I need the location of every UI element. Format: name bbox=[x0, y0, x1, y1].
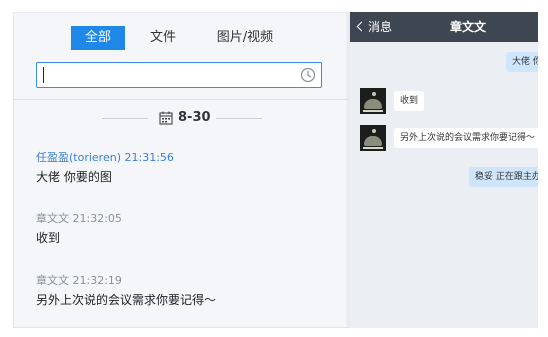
avatar-detail bbox=[364, 136, 382, 146]
avatar[interactable] bbox=[360, 125, 386, 151]
search-input[interactable] bbox=[41, 66, 291, 84]
chat-header: 消息 章文文 bbox=[350, 12, 538, 42]
history-message: 章文文 21:32:05 收到 bbox=[36, 211, 122, 246]
date-line-right bbox=[216, 118, 262, 119]
history-message: 章文文 21:32:19 另外上次说的会议需求你要记得～ bbox=[36, 273, 216, 308]
message-time: 21:32:19 bbox=[72, 274, 122, 287]
tab-images-videos[interactable]: 图片/视频 bbox=[209, 26, 281, 50]
back-button[interactable]: 消息 bbox=[356, 12, 393, 42]
avatar-detail bbox=[364, 99, 382, 109]
history-message: 任盈盈(torieren) 21:31:56 大佬 你要的图 bbox=[36, 150, 174, 185]
divider bbox=[14, 99, 348, 100]
text-cursor bbox=[43, 67, 44, 83]
avatar[interactable] bbox=[360, 88, 386, 114]
message-time: 21:31:56 bbox=[124, 151, 174, 164]
tab-files[interactable]: 文件 bbox=[143, 26, 183, 50]
message-text: 大佬 你要的图 bbox=[36, 170, 112, 184]
search-box[interactable] bbox=[36, 62, 322, 88]
message-time: 21:32:05 bbox=[72, 212, 122, 225]
message-text: 收到 bbox=[36, 231, 61, 245]
chat-window: 消息 章文文 大佬 你 收到 另外上次说的会议需求你要记得～ 稳妥 正在跟主办 bbox=[350, 12, 538, 328]
message-sender[interactable]: 任盈盈(torieren) bbox=[36, 151, 121, 164]
date-label: 8-30 bbox=[178, 110, 211, 125]
message-bubble-outgoing[interactable]: 大佬 你 bbox=[506, 52, 538, 72]
message-meta: 章文文 21:32:05 bbox=[36, 211, 122, 226]
message-meta: 章文文 21:32:19 bbox=[36, 273, 216, 288]
message-sender: 章文文 bbox=[36, 212, 69, 225]
message-bubble-incoming[interactable]: 另外上次说的会议需求你要记得～ bbox=[394, 128, 538, 148]
chat-title: 章文文 bbox=[450, 20, 487, 34]
chat-history-panel: 全部 文件 图片/视频 8-30 任盈盈(torieren) 21:31:56 … bbox=[13, 12, 348, 328]
message-sender: 章文文 bbox=[36, 274, 69, 287]
avatar-detail bbox=[363, 110, 383, 112]
back-label: 消息 bbox=[368, 20, 393, 34]
avatar-detail bbox=[372, 129, 376, 133]
date-line-left bbox=[102, 118, 148, 119]
date-separator: 8-30 bbox=[14, 109, 348, 127]
message-bubble-incoming[interactable]: 收到 bbox=[394, 91, 425, 111]
tab-all[interactable]: 全部 bbox=[71, 26, 125, 50]
avatar-detail bbox=[363, 147, 383, 149]
message-bubble-outgoing[interactable]: 稳妥 正在跟主办 bbox=[469, 167, 538, 187]
clock-icon[interactable] bbox=[300, 67, 316, 83]
calendar-icon[interactable] bbox=[159, 111, 173, 125]
message-text: 另外上次说的会议需求你要记得～ bbox=[36, 293, 217, 307]
message-meta: 任盈盈(torieren) 21:31:56 bbox=[36, 150, 174, 165]
chevron-left-icon bbox=[356, 21, 367, 32]
avatar-detail bbox=[372, 92, 376, 96]
